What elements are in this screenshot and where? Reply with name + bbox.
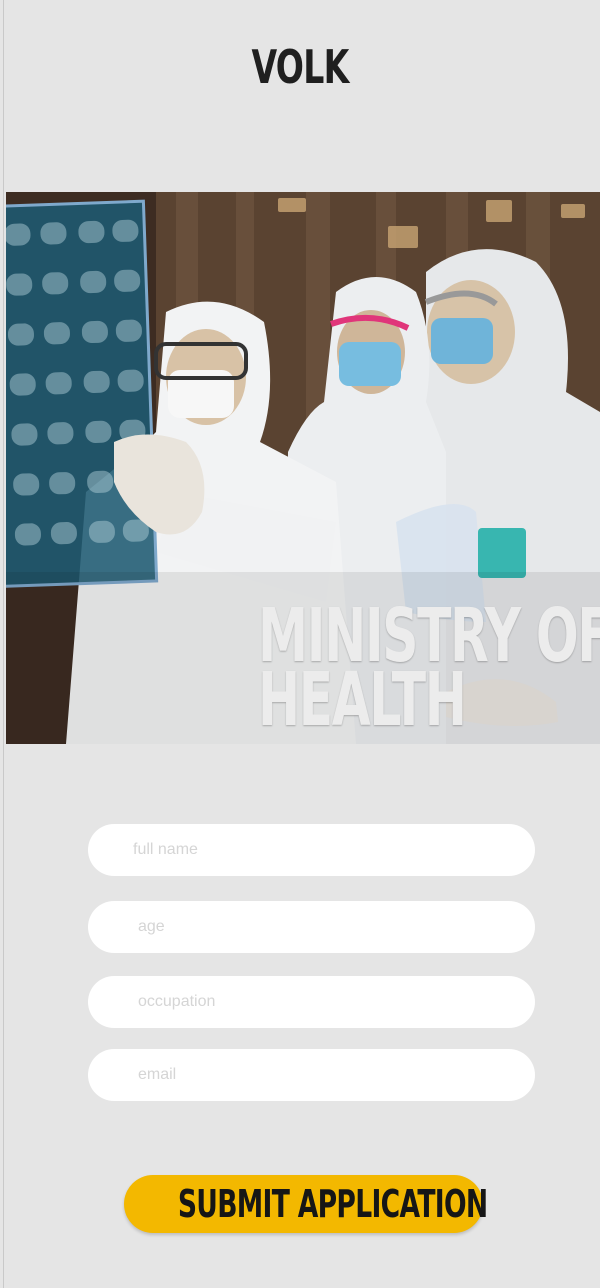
submit-application-label: SUBMIT APPLICATION <box>177 1182 488 1226</box>
full-name-input[interactable] <box>88 824 535 876</box>
hero-title: MINISTRY OF HEALTH <box>258 599 600 743</box>
left-edge-line <box>3 0 4 1288</box>
submit-application-button[interactable]: SUBMIT APPLICATION <box>124 1175 488 1233</box>
email-input[interactable] <box>88 1049 535 1101</box>
hero-title-line-2: HEALTH <box>258 657 467 743</box>
age-input[interactable] <box>88 901 535 953</box>
occupation-input[interactable] <box>88 976 535 1028</box>
brand-title: VOLK <box>251 40 349 94</box>
